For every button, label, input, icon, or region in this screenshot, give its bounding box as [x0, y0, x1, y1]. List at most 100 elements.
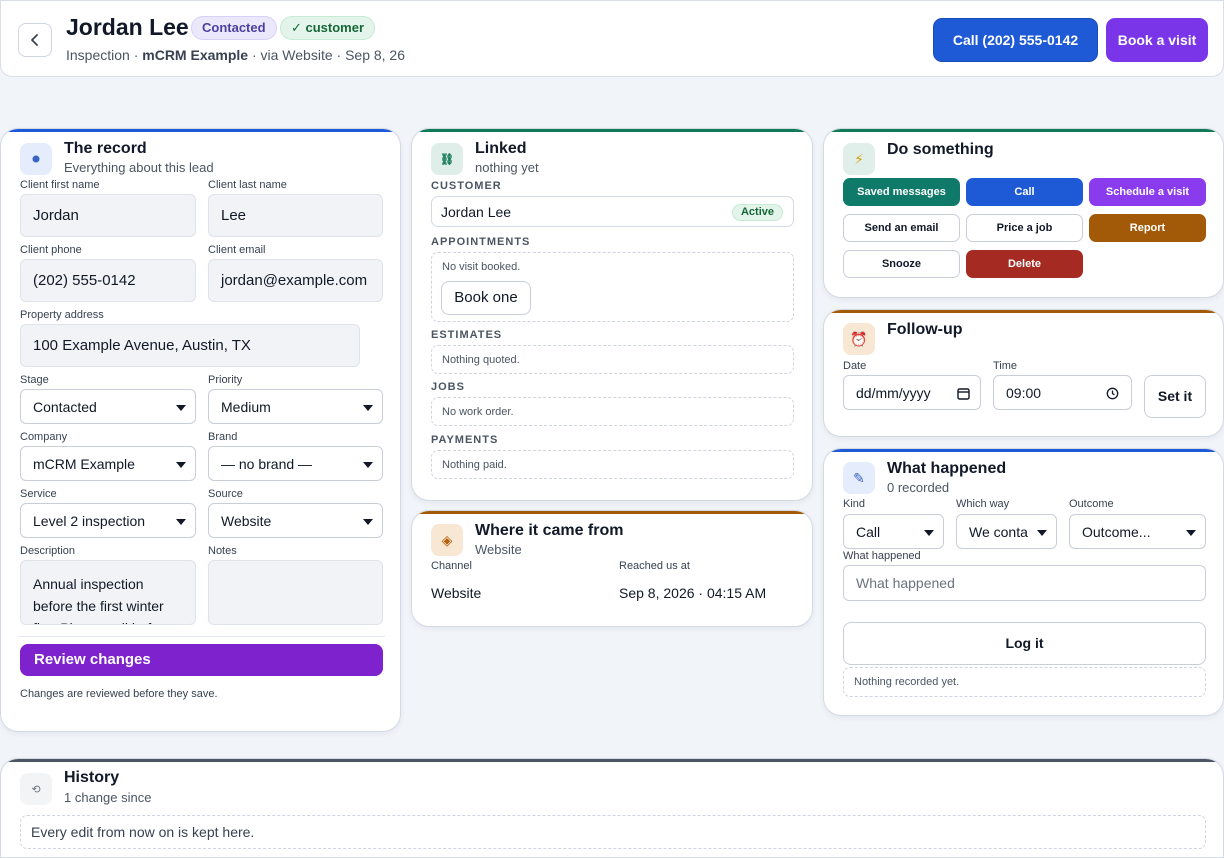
record-icon [20, 143, 52, 175]
first-name-field[interactable]: Jordan [20, 194, 196, 237]
appointments-empty: No visit booked. [442, 261, 521, 273]
notes-textarea[interactable] [208, 560, 383, 625]
stage-badge: Contacted [191, 16, 277, 40]
priority-value: Medium [221, 398, 271, 415]
way-label: Which way [956, 498, 1010, 510]
book-visit-button[interactable]: Book a visit [1106, 18, 1208, 62]
card-accent [1, 129, 400, 132]
book-one-button[interactable]: Book one [441, 281, 531, 315]
date-input[interactable]: dd/mm/yyyy [843, 375, 981, 410]
first-name-label: Client first name [20, 179, 100, 191]
appointments-section-label: APPOINTMENTS [431, 236, 531, 248]
schedule-visit-button[interactable]: Schedule a visit [1089, 178, 1206, 206]
source-label: Source [208, 488, 243, 500]
priority-select[interactable]: Medium [208, 389, 383, 424]
customer-name: Jordan Lee [441, 204, 512, 220]
jobs-box: No work order. [431, 397, 794, 426]
history-title: History [64, 769, 120, 786]
last-name-field[interactable]: Lee [208, 194, 383, 237]
company-value: mCRM Example [33, 455, 135, 472]
call-button[interactable]: Call (202) 555-0142 [933, 18, 1098, 62]
linked-customer-row[interactable]: Jordan Lee Active [431, 196, 794, 227]
call-action-button[interactable]: Call [966, 178, 1083, 206]
outcome-select[interactable]: Outcome... [1069, 514, 1206, 549]
reached-value: Sep 8, 2026 · 04:15 AM [619, 585, 767, 601]
report-button[interactable]: Report [1089, 214, 1206, 242]
stage-select[interactable]: Contacted [20, 389, 196, 424]
subtitle-company: mCRM Example [142, 47, 249, 63]
email-label: Client email [208, 244, 266, 256]
time-value: 09:00 [1006, 384, 1042, 401]
review-changes-button[interactable]: Review changes [20, 644, 383, 676]
set-it-button[interactable]: Set it [1144, 375, 1206, 418]
history-card: ⟲ History 1 change since Every edit from… [0, 758, 1224, 858]
check-icon: ✓ [291, 20, 306, 35]
priority-label: Priority [208, 374, 243, 386]
log-it-button[interactable]: Log it [843, 622, 1206, 665]
phone-label: Client phone [20, 244, 82, 256]
delete-button[interactable]: Delete [966, 250, 1083, 278]
source-select[interactable]: Website [208, 503, 383, 538]
divider [18, 636, 385, 637]
chevron-down-icon [176, 518, 186, 525]
snooze-button[interactable]: Snooze [843, 250, 960, 278]
kind-value: Call [856, 523, 881, 540]
brand-label: Brand [208, 431, 238, 443]
customer-badge-label: customer [305, 20, 365, 35]
description-textarea[interactable]: Annual inspection before the first winte… [20, 560, 196, 625]
origin-subtitle: Website [475, 542, 522, 557]
service-select[interactable]: Level 2 inspection [20, 503, 196, 538]
clock-icon [1106, 387, 1119, 400]
chevron-down-icon [1037, 529, 1047, 536]
what-happened-placeholder: What happened [856, 575, 955, 591]
phone-field[interactable]: (202) 555-0142 [20, 259, 196, 302]
happened-title: What happened [887, 460, 1007, 477]
description-label: Description [20, 545, 76, 557]
happened-subtitle: 0 recorded [887, 480, 950, 495]
address-label: Property address [20, 309, 104, 321]
page-header: Jordan Lee Contacted ✓ customer Inspecti… [0, 0, 1224, 77]
subtitle-source-date: · via Website · Sep 8, 26 [248, 47, 406, 63]
way-select[interactable]: We conta [956, 514, 1057, 549]
company-label: Company [20, 431, 68, 443]
company-select[interactable]: mCRM Example [20, 446, 196, 481]
what-happened-input[interactable]: What happened [843, 565, 1206, 601]
estimates-box: Nothing quoted. [431, 345, 794, 374]
page-subtitle: Inspection · mCRM Example · via Website … [66, 47, 405, 63]
stage-value: Contacted [33, 398, 97, 415]
notes-label: Notes [208, 545, 237, 557]
calendar-icon [957, 388, 970, 400]
origin-card: ◈ Where it came from Website Channel Web… [411, 510, 813, 627]
outcome-value: Outcome... [1082, 523, 1151, 540]
kind-select[interactable]: Call [843, 514, 944, 549]
linked-subtitle: nothing yet [475, 160, 539, 175]
what-happened-label: What happened [843, 550, 921, 562]
followup-title: Follow-up [887, 321, 963, 338]
linked-card: ⛓ Linked nothing yet CUSTOMER Jordan Lee… [411, 128, 813, 501]
page-title: Jordan Lee [66, 14, 189, 40]
brand-select[interactable]: — no brand — [208, 446, 383, 481]
subtitle-service: Inspection · [66, 47, 143, 63]
date-placeholder: dd/mm/yyyy [856, 384, 931, 401]
card-accent [412, 129, 812, 132]
time-label: Time [993, 360, 1018, 372]
address-field[interactable]: 100 Example Avenue, Austin, TX [20, 324, 360, 367]
chevron-down-icon [363, 461, 373, 468]
send-email-button[interactable]: Send an email [843, 214, 960, 242]
record-card: The record Everything about this lead Cl… [0, 128, 401, 732]
chevron-down-icon [924, 529, 934, 536]
followup-card: ⏰ Follow-up Date dd/mm/yyyy Time 09:00 S… [823, 309, 1224, 437]
price-job-button[interactable]: Price a job [966, 214, 1083, 242]
stage-label: Stage [20, 374, 49, 386]
saved-messages-button[interactable]: Saved messages [843, 178, 960, 206]
time-input[interactable]: 09:00 [993, 375, 1132, 410]
back-button[interactable] [18, 23, 52, 57]
channel-value: Website [431, 585, 482, 601]
card-accent [1, 759, 1223, 762]
review-note: Changes are reviewed before they save. [20, 688, 218, 700]
email-field[interactable]: jordan@example.com [208, 259, 383, 302]
channel-label: Channel [431, 560, 472, 572]
card-accent [412, 511, 812, 514]
date-label: Date [843, 360, 867, 372]
chevron-down-icon [176, 461, 186, 468]
